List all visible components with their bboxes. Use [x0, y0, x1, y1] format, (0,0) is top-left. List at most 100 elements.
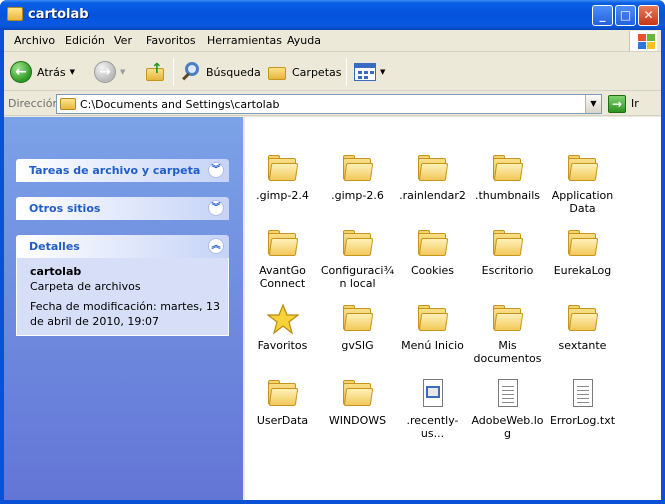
list-item[interactable]: UserData — [245, 378, 320, 427]
list-item[interactable]: Escritorio — [470, 228, 545, 277]
folder-icon — [567, 303, 599, 335]
folder-icon — [342, 378, 374, 410]
item-label: Favoritos — [257, 339, 308, 352]
list-item[interactable]: ErrorLog.txt — [545, 378, 620, 427]
title-bar[interactable]: cartolab _ □ ✕ — [0, 0, 665, 30]
folders-button[interactable]: Carpetas — [266, 59, 341, 85]
details-header[interactable]: Detalles ︽ — [16, 235, 229, 258]
menu-edicion[interactable]: Edición — [65, 34, 105, 47]
back-button[interactable]: ← Atrás ▼ — [10, 59, 75, 85]
search-icon — [180, 61, 202, 83]
close-button[interactable]: ✕ — [638, 5, 659, 26]
menu-herramientas[interactable]: Herramientas — [207, 34, 282, 47]
minimize-button[interactable]: _ — [592, 5, 613, 26]
file-folder-tasks-title: Tareas de archivo y carpeta — [29, 164, 201, 177]
file-folder-tasks-header[interactable]: Tareas de archivo y carpeta ︾ — [16, 159, 229, 182]
details-type: Carpeta de archivos — [30, 280, 141, 293]
search-label: Búsqueda — [206, 65, 261, 79]
list-item[interactable]: Favoritos — [245, 303, 320, 352]
window-frame: Archivo Edición Ver Favoritos Herramient… — [4, 30, 661, 500]
address-path[interactable]: C:\Documents and Settings\cartolab — [80, 98, 279, 111]
item-label: UserData — [256, 414, 309, 427]
chevron-down-icon[interactable]: ▼ — [70, 68, 75, 76]
item-label: Cookies — [410, 264, 455, 277]
folder-icon — [267, 153, 299, 185]
item-label: sextante — [558, 339, 607, 352]
file-icon — [417, 378, 449, 410]
folders-icon — [266, 61, 288, 83]
expand-icon[interactable]: ︾ — [208, 200, 224, 216]
folder-icon — [417, 303, 449, 335]
item-label: Mis documentos — [473, 339, 542, 365]
views-icon — [354, 63, 376, 81]
windows-logo-icon — [629, 31, 657, 51]
folder-icon — [267, 378, 299, 410]
item-label: .thumbnails — [474, 189, 540, 202]
file-list: .gimp-2.4 .gimp-2.6 .rainlendar2 .thumbnail… — [245, 117, 661, 500]
maximize-button[interactable]: □ — [615, 5, 636, 26]
folder-icon — [492, 228, 524, 260]
chevron-down-icon[interactable]: ▼ — [380, 68, 385, 76]
forward-arrow-icon: → — [94, 61, 116, 83]
chevron-down-icon[interactable]: ▼ — [120, 68, 125, 76]
back-label: Atrás — [37, 65, 66, 79]
folder-icon — [267, 228, 299, 260]
address-input[interactable]: C:\Documents and Settings\cartolab ▼ — [56, 94, 602, 114]
list-item[interactable]: Configuraci¾n local — [320, 228, 395, 290]
folder-icon — [342, 303, 374, 335]
go-arrow-icon[interactable]: → — [608, 95, 626, 113]
item-label: AvantGo Connect — [259, 264, 306, 290]
item-label: WINDOWS — [328, 414, 387, 427]
list-item[interactable]: .gimp-2.4 — [245, 153, 320, 202]
menu-ayuda[interactable]: Ayuda — [287, 34, 321, 47]
forward-button[interactable]: → ▼ — [94, 59, 125, 85]
list-item[interactable]: .rainlendar2 — [395, 153, 470, 202]
list-item[interactable]: Mis documentos — [470, 303, 545, 365]
details-name: cartolab — [30, 265, 82, 278]
up-folder-button[interactable]: ↑ — [144, 59, 166, 85]
folders-label: Carpetas — [292, 65, 342, 79]
item-label: .rainlendar2 — [399, 189, 466, 202]
go-button[interactable]: Ir — [631, 97, 639, 110]
list-item[interactable]: WINDOWS — [320, 378, 395, 427]
list-item[interactable]: EurekaLog — [545, 228, 620, 277]
views-button[interactable]: ▼ — [354, 59, 385, 85]
explorer-window: cartolab _ □ ✕ Archivo Edición Ver Favor… — [0, 0, 665, 504]
other-places-header[interactable]: Otros sitios ︾ — [16, 197, 229, 220]
menu-favoritos[interactable]: Favoritos — [146, 34, 196, 47]
folder-icon — [417, 228, 449, 260]
item-label: .gimp-2.6 — [331, 189, 384, 202]
list-item[interactable]: Application Data — [545, 153, 620, 215]
list-item[interactable]: AvantGo Connect — [245, 228, 320, 290]
task-pane: Tareas de archivo y carpeta ︾ Otros siti… — [4, 117, 243, 500]
item-label: ErrorLog.txt — [549, 414, 616, 427]
item-label: Application Data — [551, 189, 614, 215]
folder-icon — [567, 153, 599, 185]
list-item[interactable]: .recently-us... — [395, 378, 470, 440]
details-modified: Fecha de modificación: martes, 13 de abr… — [30, 300, 220, 328]
item-label: .gimp-2.4 — [256, 189, 309, 202]
star-icon — [265, 303, 300, 335]
list-item[interactable]: AdobeWeb.log — [470, 378, 545, 440]
chevron-down-icon[interactable]: ▼ — [585, 95, 601, 113]
list-item[interactable]: Menú Inicio — [395, 303, 470, 352]
list-item[interactable]: .thumbnails — [470, 153, 545, 202]
list-item[interactable]: Cookies — [395, 228, 470, 277]
toolbar: ← Atrás ▼ → ▼ ↑ Búsqueda Carpetas ▼ — [4, 53, 661, 91]
other-places-title: Otros sitios — [29, 202, 101, 215]
collapse-icon[interactable]: ︽ — [208, 238, 224, 254]
details-title: Detalles — [29, 240, 80, 253]
list-item[interactable]: sextante — [545, 303, 620, 352]
expand-icon[interactable]: ︾ — [208, 162, 224, 178]
list-item[interactable]: .gimp-2.6 — [320, 153, 395, 202]
item-label: .recently-us... — [406, 414, 459, 440]
menu-archivo[interactable]: Archivo — [14, 34, 55, 47]
item-label: EurekaLog — [553, 264, 612, 277]
list-item[interactable]: gvSIG — [320, 303, 395, 352]
up-folder-icon: ↑ — [144, 61, 166, 83]
menu-ver[interactable]: Ver — [114, 34, 132, 47]
search-button[interactable]: Búsqueda — [180, 59, 261, 85]
folder-icon — [342, 228, 374, 260]
folder-icon — [342, 153, 374, 185]
back-arrow-icon: ← — [10, 61, 32, 83]
